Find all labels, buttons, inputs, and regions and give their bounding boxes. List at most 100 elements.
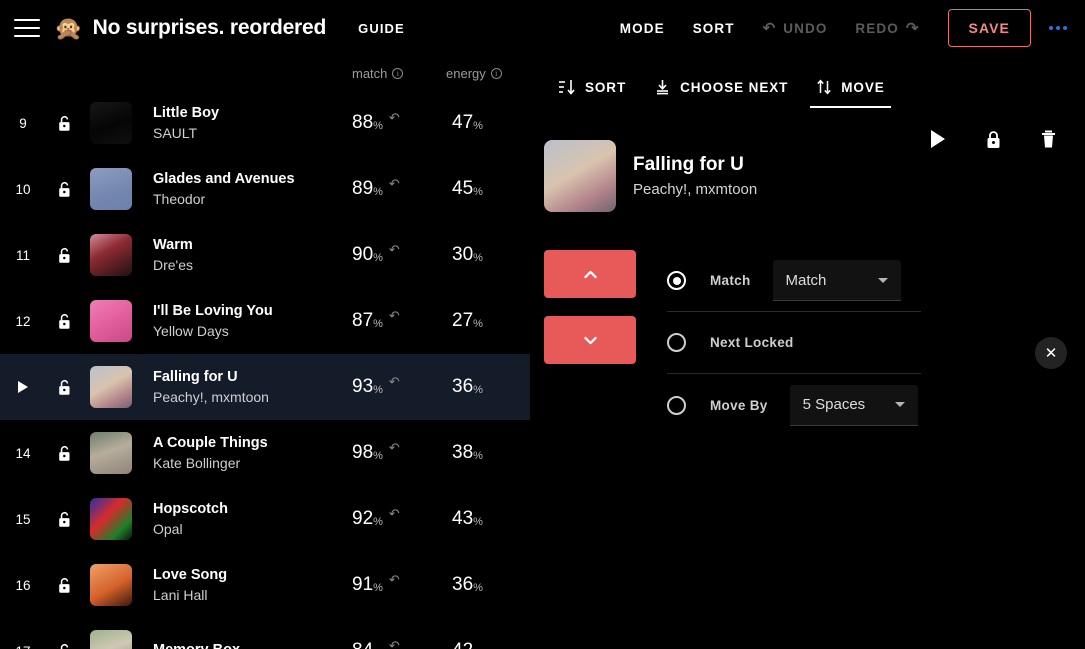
track-row[interactable]: 16 Love Song Lani Hall 91% ↶ 36% xyxy=(0,552,530,618)
reset-match-icon[interactable]: ↶ xyxy=(389,440,400,456)
chevron-down-icon xyxy=(894,402,905,407)
row-lock-icon[interactable] xyxy=(46,181,82,198)
move-down-button[interactable] xyxy=(544,316,636,364)
undo-button[interactable]: ↶ UNDO xyxy=(749,13,842,44)
row-lock-icon[interactable] xyxy=(46,511,82,528)
play-icon[interactable] xyxy=(927,128,949,150)
detail-meta: Falling for U Peachy!, mxmtoon xyxy=(633,152,757,201)
track-row[interactable]: 9 Little Boy SAULT 88% ↶ 47% xyxy=(0,90,530,156)
row-lock-icon[interactable] xyxy=(46,313,82,330)
energy-number: 36 xyxy=(452,574,474,595)
guide-button[interactable]: GUIDE xyxy=(358,21,405,36)
percent-sign: % xyxy=(373,450,383,462)
album-art xyxy=(90,300,132,342)
match-value: 98% ↶ xyxy=(352,440,400,463)
energy-number: 43 xyxy=(452,508,474,529)
row-lock-icon[interactable] xyxy=(46,445,82,462)
reset-match-icon[interactable]: ↶ xyxy=(389,506,400,522)
lock-icon[interactable] xyxy=(982,128,1004,150)
tab-move[interactable]: MOVE xyxy=(802,56,898,118)
detail-track-title: Falling for U xyxy=(633,153,744,175)
percent-sign: % xyxy=(373,516,383,528)
radio-next-locked[interactable] xyxy=(667,333,686,352)
delete-icon[interactable] xyxy=(1037,128,1059,150)
row-index: 14 xyxy=(15,445,31,461)
reset-match-icon[interactable]: ↶ xyxy=(389,242,400,258)
track-row[interactable]: 12 I'll Be Loving You Yellow Days 87% ↶ 27% xyxy=(0,288,530,354)
select-move-by[interactable]: 5 Spaces xyxy=(789,384,918,426)
radio-move-by[interactable] xyxy=(667,395,686,415)
option-label: Move By xyxy=(710,397,768,413)
row-lock-icon[interactable] xyxy=(46,115,82,132)
reset-match-icon[interactable]: ↶ xyxy=(389,572,400,588)
info-icon[interactable]: i xyxy=(490,67,502,79)
percent-sign: % xyxy=(473,186,483,198)
move-up-button[interactable] xyxy=(544,250,636,298)
track-rows: 9 Little Boy SAULT 88% ↶ 47% 10 Glades and Aven… xyxy=(0,90,530,649)
sort-icon xyxy=(558,79,576,95)
row-lock-icon[interactable] xyxy=(46,577,82,594)
track-row-selected[interactable]: Falling for U Peachy!, mxmtoon 93% ↶ 36% xyxy=(0,354,530,420)
reset-match-icon[interactable]: ↶ xyxy=(389,110,400,126)
row-index: 16 xyxy=(15,577,31,593)
energy-number: 42 xyxy=(452,641,473,649)
undo-label: UNDO xyxy=(783,20,828,36)
track-row[interactable]: 14 A Couple Things Kate Bollinger 98% ↶ 38% xyxy=(0,420,530,486)
hamburger-icon[interactable] xyxy=(14,19,40,37)
row-lock-icon[interactable] xyxy=(46,379,82,396)
tab-label: SORT xyxy=(585,79,627,95)
reset-match-icon[interactable]: ↶ xyxy=(389,374,400,390)
reset-match-icon[interactable]: ↶ xyxy=(389,176,400,192)
track-list-pane: match i energy i 9 Little Boy SAULT 88% ↶ 47%… xyxy=(0,56,530,649)
album-art xyxy=(90,564,132,606)
reset-match-icon[interactable]: ↶ xyxy=(389,308,400,324)
mode-button[interactable]: MODE xyxy=(606,13,679,44)
column-header-match: match i xyxy=(352,66,404,81)
column-header-energy: energy i xyxy=(446,66,502,81)
match-value: 88% ↶ xyxy=(352,110,400,133)
row-lock-icon[interactable] xyxy=(46,247,82,264)
percent-sign: % xyxy=(473,318,483,330)
reset-match-icon[interactable]: ↶ xyxy=(389,638,400,649)
row-play-icon[interactable] xyxy=(0,381,46,393)
radio-match[interactable] xyxy=(667,271,686,290)
page-title: No surprises. reordered xyxy=(92,16,327,39)
row-lock-icon[interactable] xyxy=(46,643,82,649)
sort-button[interactable]: SORT xyxy=(679,13,749,44)
energy-label: energy xyxy=(446,65,486,81)
percent-sign: % xyxy=(473,450,483,462)
brand-emoji-icon: 🙊 xyxy=(54,14,83,41)
match-number: 98 xyxy=(352,442,374,463)
tab-label: CHOOSE NEXT xyxy=(680,79,789,95)
detail-panel: SORT CHOOSE NEXT MOVE ✕ Falling for U Peac… xyxy=(530,56,1085,649)
track-row[interactable]: 10 Glades and Avenues Theodor 89% ↶ 45% xyxy=(0,156,530,222)
percent-sign: % xyxy=(373,186,383,198)
move-option-row: Next Locked xyxy=(667,312,921,374)
percent-sign: % xyxy=(373,120,383,132)
track-list-header: match i energy i xyxy=(0,56,530,90)
app-root: 🙊 No surprises. reordered GUIDE MODE SOR… xyxy=(0,0,1085,649)
move-option-row: Move By 5 Spaces xyxy=(667,374,921,436)
track-row[interactable]: 17Memory Box84%↶42% xyxy=(0,618,530,649)
match-number: 89 xyxy=(352,178,374,199)
move-updown-icon xyxy=(816,79,832,95)
option-label: Next Locked xyxy=(710,335,794,350)
match-number: 87 xyxy=(352,310,374,331)
track-row[interactable]: 11 Warm Dre'es 90% ↶ 30% xyxy=(0,222,530,288)
move-arrow-buttons xyxy=(544,250,636,436)
info-icon[interactable]: i xyxy=(392,67,404,79)
energy-value: 30% xyxy=(452,245,483,265)
energy-value: 47% xyxy=(452,113,483,133)
close-icon[interactable]: ✕ xyxy=(1035,336,1067,369)
redo-button[interactable]: REDO ↷ xyxy=(841,13,933,44)
energy-value: 43% xyxy=(452,509,483,529)
album-art xyxy=(90,498,132,540)
match-number: 90 xyxy=(352,244,374,265)
save-button[interactable]: SAVE xyxy=(947,9,1031,47)
tab-sort[interactable]: SORT xyxy=(544,56,640,118)
select-match[interactable]: Match xyxy=(772,260,901,301)
kebab-menu-icon[interactable] xyxy=(1043,16,1073,40)
tab-choose-next[interactable]: CHOOSE NEXT xyxy=(640,56,802,118)
match-value: 87% ↶ xyxy=(352,308,400,331)
track-row[interactable]: 15 Hopscotch Opal 92% ↶ 43% xyxy=(0,486,530,552)
